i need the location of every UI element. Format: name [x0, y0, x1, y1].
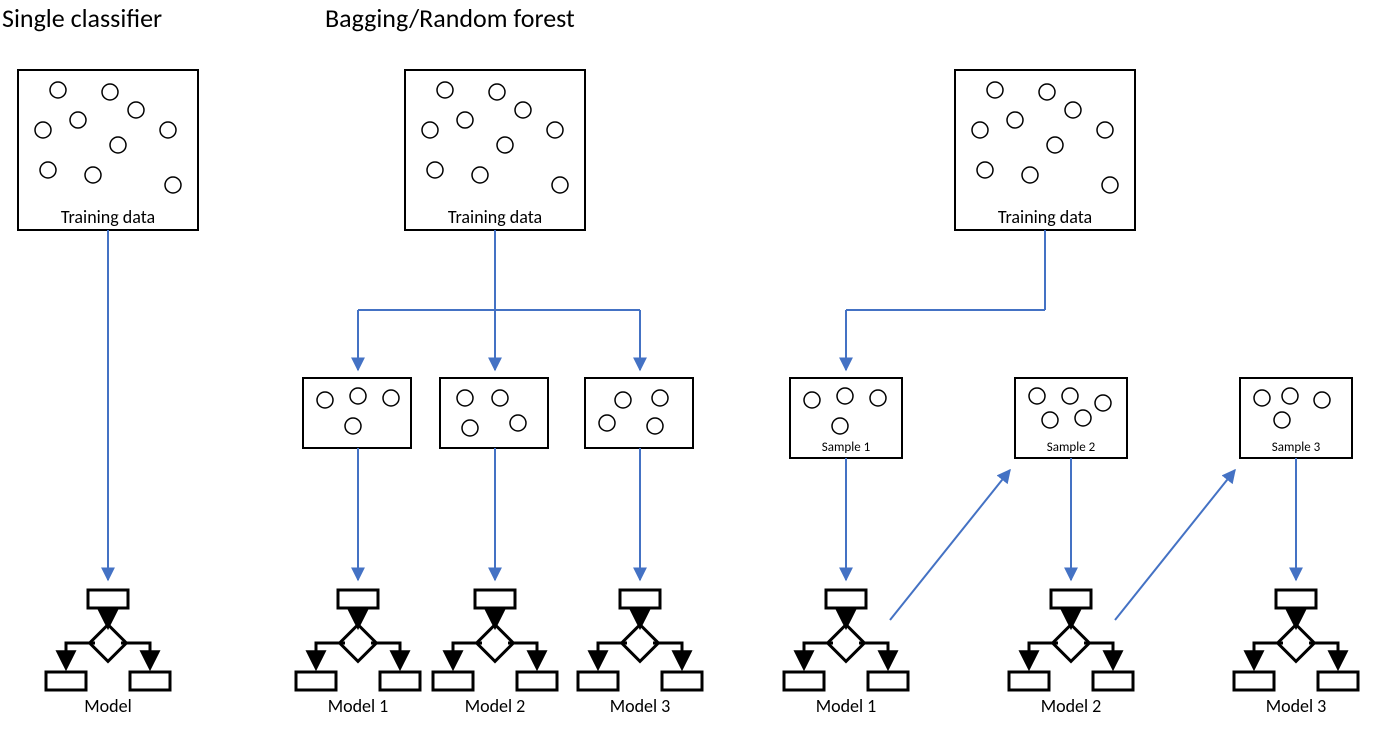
- boosting-sample2-label: Sample 2: [1015, 440, 1127, 455]
- boosting-training-data-label: Training data: [955, 206, 1135, 228]
- bagging-training-data-label: Training data: [405, 206, 585, 228]
- boosting-diag-arrow-1: [890, 470, 1010, 620]
- bagging-model1-label: Model 1: [298, 695, 418, 717]
- boosting-model1-label: Model 1: [786, 695, 906, 717]
- boosting-model2-label: Model 2: [1011, 695, 1131, 717]
- single-tree-icon: [46, 590, 170, 690]
- boosting-tree-icon-1: [784, 590, 908, 690]
- boosting-sample1-label: Sample 1: [790, 440, 902, 455]
- boosting-sample3-label: Sample 3: [1240, 440, 1352, 455]
- bagging-tree-icon-1: [296, 590, 420, 690]
- bagging-tree-icon-2: [433, 590, 557, 690]
- bagging-sample-box-3: [585, 378, 693, 448]
- bagging-sample-box-2: [440, 378, 548, 448]
- boosting-tree-icon-2: [1009, 590, 1133, 690]
- single-model-label: Model: [48, 695, 168, 717]
- single-training-data-label: Training data: [18, 206, 198, 228]
- bagging-tree-icon-3: [578, 590, 702, 690]
- bagging-model2-label: Model 2: [435, 695, 555, 717]
- bagging-model3-label: Model 3: [580, 695, 700, 717]
- bagging-sample-box-1: [303, 378, 411, 448]
- boosting-diag-arrow-2: [1115, 470, 1235, 620]
- boosting-tree-icon-3: [1234, 590, 1358, 690]
- boosting-model3-label: Model 3: [1236, 695, 1356, 717]
